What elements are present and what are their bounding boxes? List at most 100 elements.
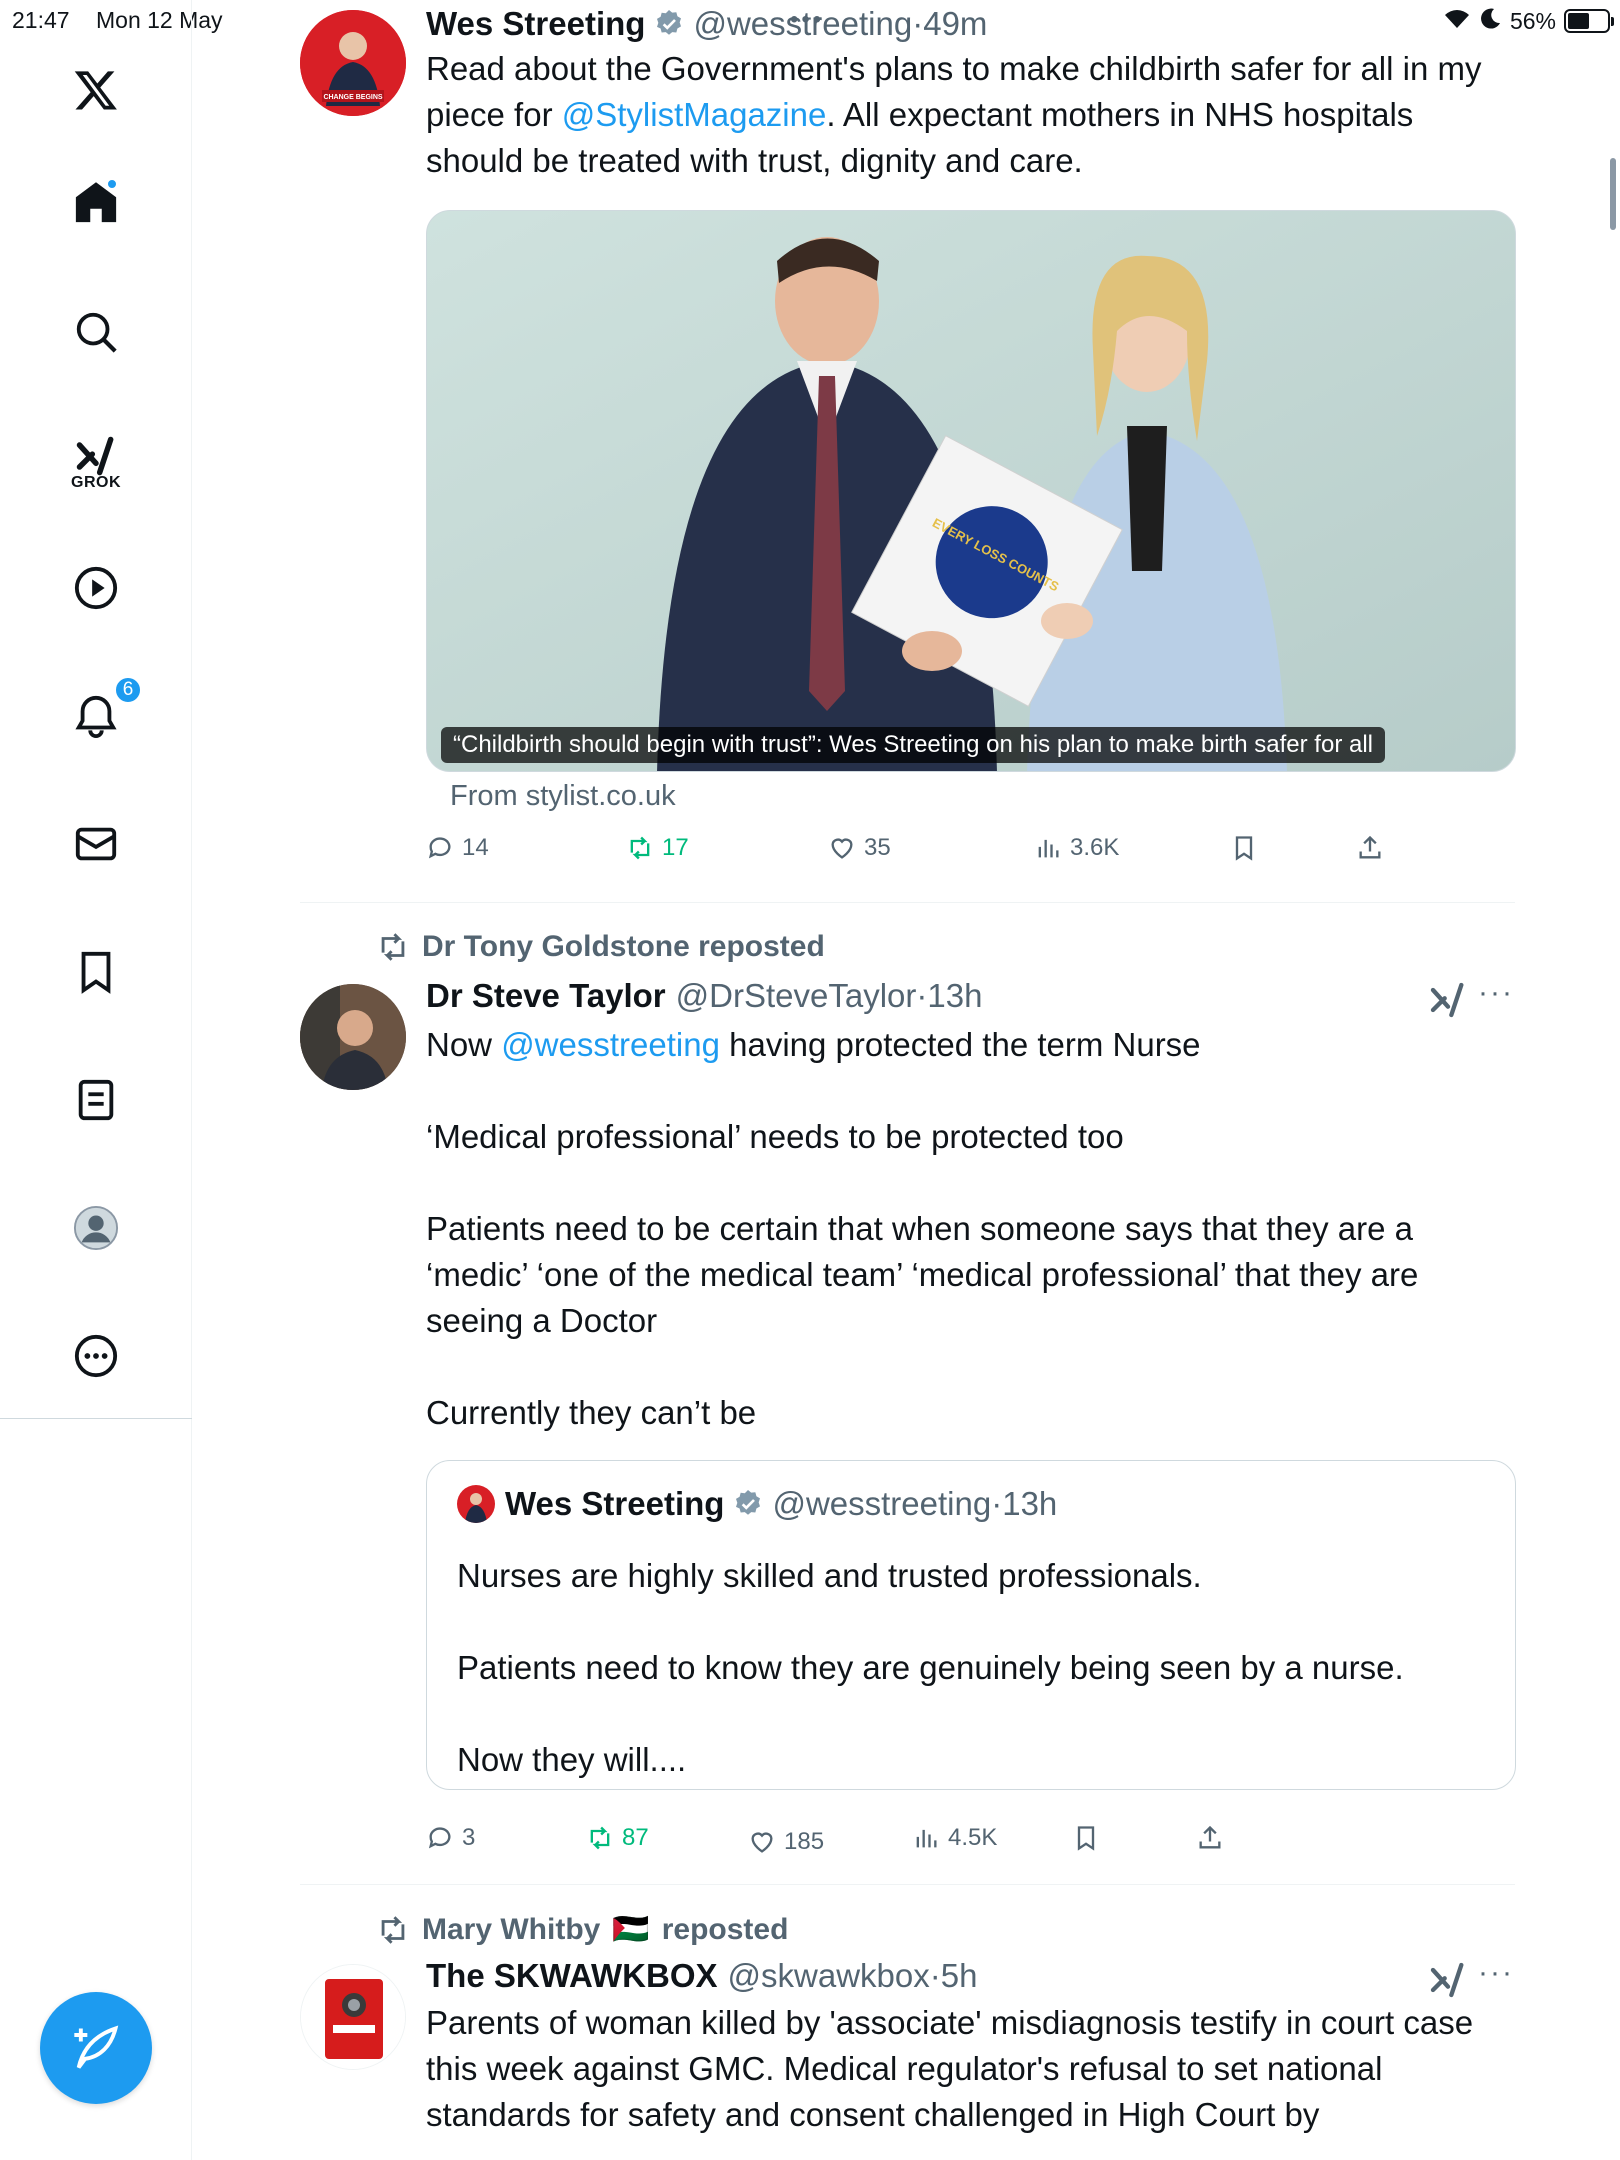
quoted-tweet[interactable]: Wes Streeting @wesstreeting · 13h Nurses… [426, 1460, 1516, 1790]
like-button[interactable]: 35 [828, 834, 891, 862]
share-icon [1359, 835, 1381, 859]
link-card-image[interactable]: EVERY LOSS COUNTS “Childbirth should beg… [426, 210, 1516, 772]
display-name[interactable]: Wes Streeting [426, 2, 645, 46]
profile-avatar-icon [73, 1205, 119, 1251]
reply-icon [428, 1827, 451, 1849]
handle[interactable]: @wesstreeting [693, 2, 912, 46]
sidebar-item-lists[interactable] [66, 1070, 126, 1130]
sidebar-item-search[interactable] [66, 302, 126, 362]
heart-icon [831, 838, 853, 859]
tweet-text-part: having protected the term Nurse ‘Medical… [426, 1026, 1419, 1431]
tweet-actions: 14 17 35 3.6K [426, 834, 1516, 874]
display-name[interactable]: The SKWAWKBOX [426, 1954, 718, 1998]
like-count: 185 [784, 1828, 825, 1855]
verified-badge-icon [657, 10, 682, 35]
handle[interactable]: @DrSteveTaylor [676, 974, 917, 1018]
view-count: 4.5K [948, 1824, 998, 1851]
views-button[interactable]: 4.5K [912, 1824, 997, 1852]
repost-count: 87 [622, 1824, 649, 1851]
views-icon [916, 1829, 937, 1848]
bookmark-button[interactable] [1230, 834, 1258, 862]
scrollbar[interactable] [1610, 158, 1616, 230]
display-name[interactable]: Wes Streeting [505, 1485, 724, 1523]
views-icon [1038, 839, 1059, 858]
sidebar-item-grok[interactable]: GROK [66, 424, 126, 502]
search-icon [76, 312, 117, 353]
reply-icon [428, 837, 451, 859]
avatar[interactable] [300, 1964, 406, 2070]
mention-link[interactable]: @wesstreeting [501, 1026, 720, 1063]
timestamp[interactable]: 13h [1002, 1485, 1057, 1523]
sidebar-item-more[interactable] [66, 1326, 126, 1386]
avatar[interactable]: CHANGE BEGINS [300, 10, 406, 116]
sidebar-item-home[interactable] [66, 172, 126, 232]
link-source[interactable]: From stylist.co.uk [450, 780, 676, 813]
timestamp[interactable]: 13h [927, 974, 982, 1018]
tweet-header: The SKWAWKBOX @skwawkbox · 5h [426, 1954, 1516, 1998]
tweet-text: Now @wesstreeting having protected the t… [426, 1022, 1516, 1436]
grok-icon[interactable] [1428, 980, 1468, 1020]
repost-attribution[interactable]: Dr Tony Goldstone reposted [376, 930, 825, 964]
tweet-header: Wes Streeting @wesstreeting · 49m [426, 2, 1516, 46]
repost-button[interactable]: 87 [586, 1824, 649, 1852]
verified-badge-icon [736, 1490, 761, 1515]
separator-dot: · [991, 1485, 1003, 1522]
share-button[interactable] [1196, 1824, 1224, 1852]
reply-count: 3 [462, 1824, 476, 1851]
separator-dot: · [929, 1957, 941, 1994]
grok-icon [76, 436, 114, 476]
tweet-actions: 3 87 185 4.5K [426, 1824, 1516, 1864]
repost-count: 17 [662, 834, 689, 861]
repost-suffix: reposted [661, 1912, 789, 1946]
more-circle-icon [74, 1334, 118, 1378]
views-button[interactable]: 3.6K [1034, 834, 1119, 862]
like-button[interactable]: 185 [748, 1828, 824, 1856]
quote-text: Nurses are highly skilled and trusted pr… [457, 1557, 1404, 1778]
more-options-icon[interactable]: ··· [1478, 1956, 1514, 1990]
tweet-text: Parents of woman killed by 'associate' m… [426, 2004, 1483, 2133]
tweet-text-part: Now [426, 1026, 502, 1063]
sidebar-item-notifications[interactable]: 6 [66, 676, 142, 746]
repost-icon [590, 1826, 610, 1850]
timestamp[interactable]: 5h [941, 1954, 978, 1998]
sidebar-item-video[interactable] [66, 558, 126, 618]
handle[interactable]: @skwawkbox [728, 1954, 930, 1998]
more-options-icon[interactable]: ··· [1478, 976, 1514, 1010]
reply-button[interactable]: 14 [426, 834, 489, 862]
bookmark-icon [1077, 1826, 1095, 1851]
handle[interactable]: @wesstreeting [772, 1485, 991, 1523]
bookmark-button[interactable] [1072, 1824, 1100, 1852]
repost-button[interactable]: 17 [626, 834, 689, 862]
tweet-text: Read about the Government's plans to mak… [426, 46, 1516, 184]
mention-link[interactable]: @StylistMagazine [562, 96, 827, 133]
share-icon [1199, 1825, 1221, 1849]
article-caption: “Childbirth should begin with trust”: We… [441, 727, 1385, 763]
tweet-separator [300, 1884, 1515, 1885]
repost-attribution[interactable]: Mary Whitby 🇵🇸 reposted [376, 1912, 788, 1947]
view-count: 3.6K [1070, 834, 1120, 861]
separator-dot: · [916, 977, 928, 1014]
bell-icon [75, 695, 117, 739]
display-name[interactable]: Dr Steve Taylor [426, 974, 666, 1018]
grok-icon[interactable] [1428, 1960, 1468, 2000]
play-icon [74, 566, 118, 610]
repost-label: Dr Tony Goldstone reposted [422, 930, 825, 963]
avatar[interactable] [300, 984, 406, 1090]
timestamp[interactable]: 49m [923, 2, 987, 46]
x-logo-icon[interactable] [66, 60, 126, 120]
repost-label: Mary Whitby [422, 1912, 601, 1946]
flag-emoji: 🇵🇸 [612, 1913, 650, 1946]
reply-button[interactable]: 3 [426, 1824, 475, 1852]
compose-feather-icon [74, 2025, 119, 2069]
quote-header: Wes Streeting @wesstreeting · 13h [457, 1485, 1057, 1523]
tweet-header: Dr Steve Taylor @DrSteveTaylor · 13h [426, 974, 1516, 1018]
compose-post-button[interactable] [40, 1992, 152, 2104]
sidebar-item-bookmarks[interactable] [66, 942, 126, 1002]
bookmark-icon [81, 951, 111, 994]
sidebar-item-messages[interactable] [66, 814, 126, 874]
sidebar-item-profile[interactable] [66, 1198, 126, 1258]
notifications-badge: 6 [114, 676, 142, 704]
bookmark-icon [1235, 836, 1253, 861]
grok-label: GROK [71, 474, 121, 491]
share-button[interactable] [1356, 834, 1384, 862]
